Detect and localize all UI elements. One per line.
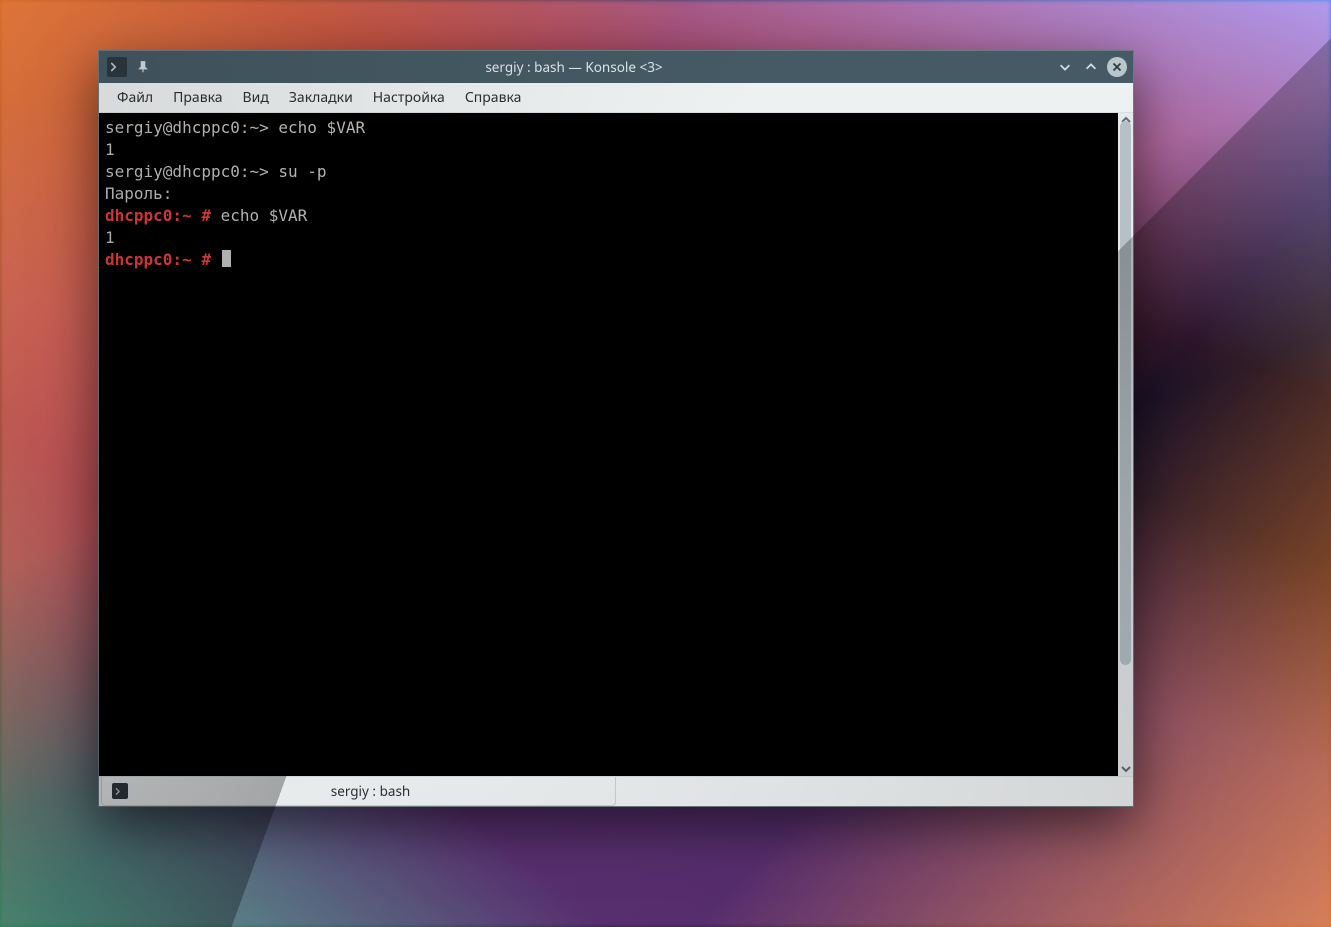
menu-settings[interactable]: Настройка: [363, 84, 455, 111]
menu-edit[interactable]: Правка: [163, 84, 232, 111]
terminal-tab[interactable]: sergiy : bash: [101, 777, 616, 806]
pin-button[interactable]: [133, 57, 153, 77]
minimize-button[interactable]: [1055, 57, 1075, 77]
menu-bookmarks[interactable]: Закладки: [279, 84, 363, 111]
terminal-tab-label: sergiy : bash: [136, 782, 605, 800]
scroll-up-icon[interactable]: [1118, 113, 1133, 127]
terminal-tab-icon: [112, 783, 128, 799]
close-button[interactable]: [1107, 57, 1127, 77]
menu-help[interactable]: Справка: [455, 84, 532, 111]
maximize-button[interactable]: [1081, 57, 1101, 77]
tab-bar: sergiy : bash: [99, 776, 1133, 806]
terminal-area: sergiy@dhcppc0:~> echo $VAR 1 sergiy@dhc…: [99, 113, 1133, 776]
konsole-window: sergiy : bash — Konsole <3> Файл Правка …: [98, 50, 1134, 807]
menu-view[interactable]: Вид: [233, 84, 279, 111]
scroll-down-icon[interactable]: [1118, 762, 1133, 776]
menubar: Файл Правка Вид Закладки Настройка Справ…: [99, 83, 1133, 113]
desktop-background: sergiy : bash — Konsole <3> Файл Правка …: [0, 0, 1331, 927]
scrollbar-thumb[interactable]: [1120, 121, 1131, 665]
terminal-scrollbar[interactable]: [1118, 113, 1133, 776]
menu-file[interactable]: Файл: [107, 84, 163, 111]
window-titlebar[interactable]: sergiy : bash — Konsole <3>: [99, 51, 1133, 83]
terminal-output[interactable]: sergiy@dhcppc0:~> echo $VAR 1 sergiy@dhc…: [99, 113, 1118, 776]
window-title: sergiy : bash — Konsole <3>: [153, 58, 1055, 76]
konsole-app-icon: [107, 57, 127, 77]
terminal-cursor: [222, 250, 231, 267]
